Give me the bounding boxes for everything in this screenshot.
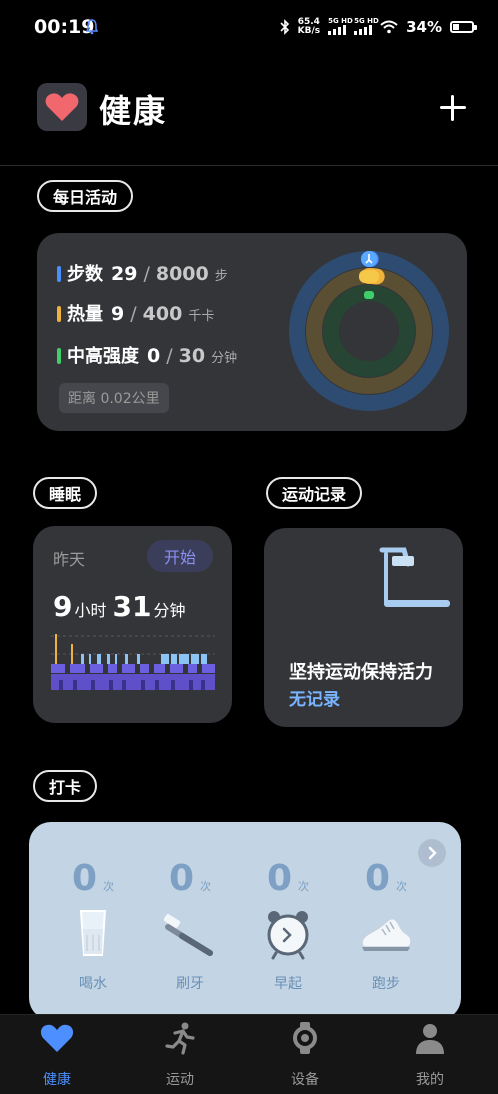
sleep-light-gap bbox=[85, 664, 90, 673]
bluetooth-icon bbox=[280, 19, 289, 35]
notification-bell-icon bbox=[86, 19, 98, 35]
sleep-deep-gap bbox=[171, 680, 175, 690]
add-button[interactable] bbox=[438, 93, 468, 123]
sleep-light-gap bbox=[65, 664, 70, 673]
header-divider bbox=[0, 165, 498, 166]
sleep-rem-bar bbox=[171, 654, 177, 664]
sleep-rem-bar bbox=[107, 654, 110, 664]
sleep-duration: 9 小时 31 分钟 bbox=[53, 590, 186, 623]
sleep-rem-bar bbox=[125, 654, 128, 664]
flame-icon bbox=[359, 270, 379, 283]
sleep-start-button[interactable]: 开始 bbox=[147, 540, 213, 572]
sleep-rem-bar bbox=[81, 654, 84, 664]
sleep-light-gap bbox=[183, 664, 188, 673]
sleep-rem-bar bbox=[161, 654, 169, 664]
activity-row-calories: 热量 9 / 400 千卡 bbox=[57, 300, 214, 326]
daily-activity-card[interactable]: 步数 29 / 8000 步 热量 9 / 400 千卡 中高强度 0 / 30… bbox=[37, 233, 467, 431]
checkin-item-running[interactable]: 0 次 跑步 bbox=[346, 858, 426, 993]
sleep-rem-bar bbox=[97, 654, 101, 664]
app-logo bbox=[37, 83, 87, 131]
sleep-card[interactable]: 昨天 开始 9 小时 31 分钟 bbox=[33, 526, 232, 723]
calories-color-bar bbox=[57, 306, 61, 322]
heart-logo-icon bbox=[45, 93, 79, 121]
nav-tab-exercise[interactable]: 运动 bbox=[140, 1021, 220, 1089]
activity-row-steps: 步数 29 / 8000 步 bbox=[57, 260, 228, 286]
sleep-light-gap bbox=[149, 664, 154, 673]
heart-icon bbox=[40, 1024, 74, 1052]
sleep-rem-bar bbox=[191, 654, 199, 664]
signal-sim1-icon: 5G HD bbox=[328, 17, 353, 35]
sleep-deep-gap bbox=[155, 680, 159, 690]
runner-icon bbox=[165, 1022, 195, 1055]
sleep-awake-bar bbox=[55, 634, 57, 664]
water-glass-icon bbox=[79, 910, 107, 956]
checkin-item-brush-teeth[interactable]: 0 次 刷牙 bbox=[150, 858, 230, 993]
sleep-rem-bar bbox=[201, 654, 207, 664]
running-shoe-icon bbox=[361, 917, 412, 951]
nav-tab-devices[interactable]: 设备 bbox=[265, 1021, 345, 1089]
nav-tab-health[interactable]: 健康 bbox=[17, 1021, 97, 1089]
sleep-deep-gap bbox=[141, 680, 145, 690]
network-speed: 65.4 KB/s bbox=[297, 17, 321, 36]
sleep-deep-gap bbox=[59, 680, 63, 690]
exercise-motto: 坚持运动保持活力 bbox=[289, 662, 433, 683]
page-title: 健康 bbox=[99, 92, 168, 130]
sleep-rem-bar bbox=[89, 654, 91, 664]
checkin-section-label[interactable]: 打卡 bbox=[33, 770, 98, 802]
activity-row-intensity: 中高强度 0 / 30 分钟 bbox=[57, 342, 237, 368]
sleep-deep-gap bbox=[109, 680, 113, 690]
steps-color-bar bbox=[57, 266, 61, 282]
bottom-nav: 健康 运动 设备 我的 bbox=[0, 1014, 498, 1094]
sleep-deep-gap bbox=[91, 680, 95, 690]
sleep-deep-gap bbox=[73, 680, 77, 690]
activity-rings bbox=[289, 251, 449, 411]
alarm-clock-icon bbox=[267, 911, 309, 960]
battery-icon bbox=[450, 21, 477, 33]
sleep-light-gap bbox=[197, 664, 202, 673]
intensity-ring-track bbox=[323, 285, 415, 377]
battery-percent: 34% bbox=[406, 18, 442, 36]
checkin-item-water[interactable]: 0 次 喝水 bbox=[53, 858, 133, 993]
status-bar: 00:19 65.4 KB/s 5G HD 5G HD 34% bbox=[0, 0, 498, 58]
treadmill-icon bbox=[379, 547, 450, 607]
sleep-rem-bar bbox=[137, 654, 140, 664]
sleep-deep-gap bbox=[122, 680, 126, 690]
distance-box: 距离 0.02公里 bbox=[59, 383, 169, 413]
intensity-color-bar bbox=[57, 348, 61, 364]
sleep-light-gap bbox=[135, 664, 140, 673]
watch-icon bbox=[293, 1022, 317, 1054]
sleep-day-label: 昨天 bbox=[53, 550, 86, 569]
exercise-record-section-label[interactable]: 运动记录 bbox=[266, 477, 363, 509]
sleep-light-band bbox=[51, 664, 215, 673]
sleep-deep-gap bbox=[189, 680, 193, 690]
sleep-light-gap bbox=[117, 664, 122, 673]
nav-tab-profile[interactable]: 我的 bbox=[390, 1021, 470, 1089]
wifi-icon bbox=[380, 20, 398, 34]
intensity-icon bbox=[364, 291, 374, 299]
sleep-deep-gap bbox=[201, 680, 205, 690]
toothbrush-icon bbox=[163, 914, 213, 956]
profile-icon bbox=[416, 1024, 444, 1054]
sleep-light-gap bbox=[103, 664, 108, 673]
sleep-rem-bar bbox=[179, 654, 189, 664]
sleep-stage-graph bbox=[51, 634, 215, 690]
sleep-section-label[interactable]: 睡眠 bbox=[33, 477, 98, 509]
sleep-rem-bar bbox=[115, 654, 117, 664]
checkin-card[interactable]: 0 次 喝水 0 次 刷牙 0 次 早起 0 次 跑步 bbox=[29, 822, 461, 1020]
sleep-awake-bar bbox=[71, 644, 73, 664]
exercise-record-card[interactable]: 坚持运动保持活力 无记录 bbox=[264, 528, 463, 727]
signal-sim2-icon: 5G HD bbox=[354, 17, 379, 35]
exercise-status: 无记录 bbox=[289, 690, 340, 710]
daily-activity-section-label[interactable]: 每日活动 bbox=[37, 180, 134, 212]
sleep-light-gap bbox=[165, 664, 170, 673]
checkin-item-early-rise[interactable]: 0 次 早起 bbox=[248, 858, 328, 993]
